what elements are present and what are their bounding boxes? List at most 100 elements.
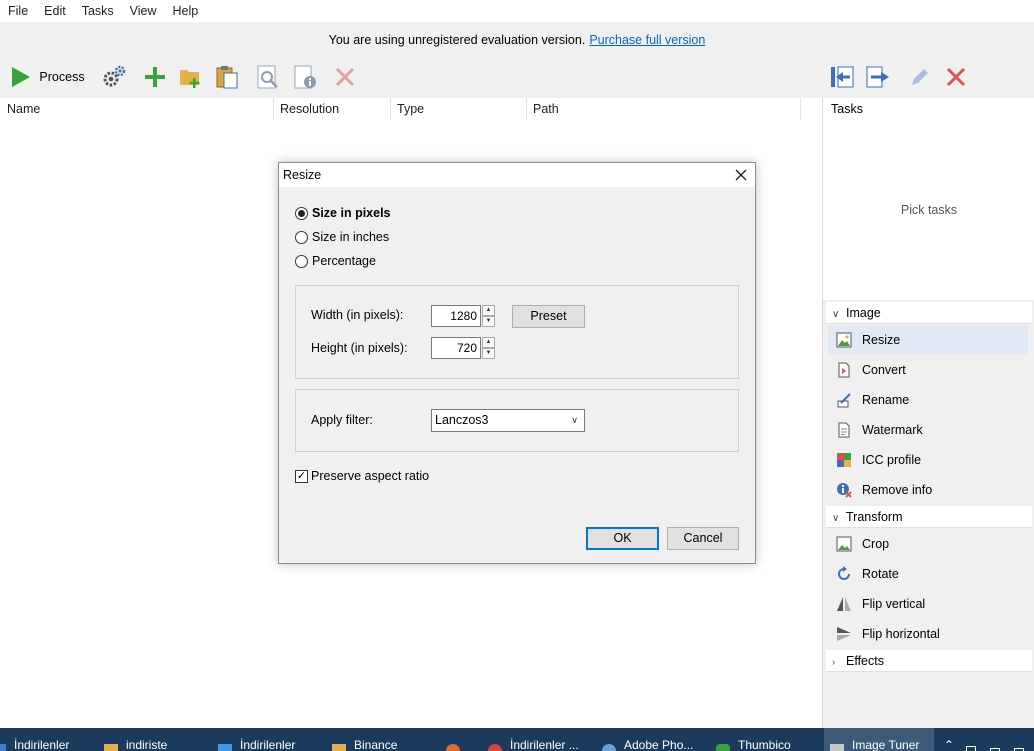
task-icc-profile[interactable]: ICC profile — [828, 446, 1028, 474]
selected-tasks-area[interactable]: Pick tasks — [823, 120, 1034, 300]
menu-view[interactable]: View — [122, 4, 165, 18]
dialog-title-bar: Resize — [279, 163, 755, 187]
width-stepper[interactable]: ▲ ▼ — [482, 305, 495, 327]
preview-button[interactable] — [254, 62, 282, 92]
radio-size-pixels[interactable]: Size in pixels — [295, 205, 391, 221]
taskbar-item-label: İndirilenler — [14, 738, 70, 751]
spin-down-icon[interactable]: ▼ — [482, 316, 495, 327]
radio-percentage[interactable]: Percentage — [295, 253, 376, 269]
width-label: Width (in pixels): — [311, 308, 404, 322]
menu-help[interactable]: Help — [165, 4, 207, 18]
height-input[interactable]: 720 — [431, 337, 481, 359]
tray-icon[interactable] — [1014, 728, 1032, 751]
taskbar-item[interactable]: İndirilenler ... — [488, 728, 579, 751]
process-button[interactable]: Process — [8, 62, 86, 92]
taskbar-item[interactable]: Binance — [332, 728, 397, 751]
menu-tasks[interactable]: Tasks — [74, 4, 122, 18]
task-flip-vertical[interactable]: Flip vertical — [828, 590, 1028, 618]
settings-button[interactable] — [100, 62, 128, 92]
taskbar-item-label: İndirilenler — [240, 738, 296, 751]
import-tasks-button[interactable] — [828, 62, 856, 92]
task-remove-info-label: Remove info — [862, 483, 933, 497]
task-rename[interactable]: Rename — [828, 386, 1028, 414]
task-resize[interactable]: Resize — [828, 326, 1028, 354]
remove-task-button[interactable] — [943, 62, 969, 92]
task-rotate-label: Rotate — [862, 567, 899, 581]
toolbar: Process — [0, 56, 1034, 98]
radio-size-inches[interactable]: Size in inches — [295, 229, 389, 245]
width-input[interactable]: 1280 — [431, 305, 481, 327]
task-flip-horizontal[interactable]: Flip horizontal — [828, 620, 1028, 648]
group-effects[interactable]: › Effects — [826, 650, 1032, 672]
delete-x-icon — [335, 67, 355, 87]
task-rotate[interactable]: Rotate — [828, 560, 1028, 588]
spin-up-icon[interactable]: ▲ — [482, 305, 495, 316]
process-label: Process — [39, 70, 85, 84]
radio-size-inches-label: Size in inches — [312, 230, 390, 244]
tray-icon[interactable] — [990, 728, 1008, 751]
taskbar-item[interactable]: İndirilenler — [218, 728, 295, 751]
evaluation-text: You are using unregistered evaluation ve… — [328, 32, 586, 47]
height-stepper[interactable]: ▲ ▼ — [482, 337, 495, 359]
preserve-aspect-checkbox[interactable]: ✓ Preserve aspect ratio — [295, 469, 429, 483]
import-icon — [831, 66, 854, 88]
add-files-button[interactable] — [142, 62, 168, 92]
column-resolution[interactable]: Resolution — [273, 98, 339, 120]
column-divider[interactable] — [800, 98, 801, 120]
info-button[interactable] — [291, 62, 319, 92]
download-icon — [218, 744, 232, 751]
tray-chevron-icon[interactable]: ⌃ — [944, 728, 954, 751]
taskbar-item-active[interactable]: Image Tuner — [824, 728, 934, 751]
tray-icon[interactable] — [966, 728, 984, 751]
filter-select[interactable]: Lanczos3 ∨ — [431, 409, 585, 432]
paste-button[interactable] — [213, 62, 241, 92]
spin-up-icon[interactable]: ▲ — [482, 337, 495, 348]
group-image[interactable]: ∨ Image — [826, 302, 1032, 324]
column-name[interactable]: Name — [0, 98, 40, 120]
column-path[interactable]: Path — [526, 98, 559, 120]
export-tasks-button[interactable] — [864, 62, 892, 92]
taskbar-item[interactable]: Adobe Pho... — [602, 728, 693, 751]
remove-button[interactable] — [332, 62, 358, 92]
spin-down-icon[interactable]: ▼ — [482, 348, 495, 359]
preset-button[interactable]: Preset — [512, 305, 585, 328]
task-crop-label: Crop — [862, 537, 890, 551]
menu-edit[interactable]: Edit — [36, 4, 74, 18]
tasks-panel: Tasks Pick tasks ∨ Image Resize Convert R… — [822, 98, 1034, 728]
group-effects-label: Effects — [846, 654, 884, 668]
ok-button[interactable]: OK — [586, 527, 659, 550]
clipboard-icon — [216, 66, 238, 89]
dialog-title: Resize — [283, 168, 322, 182]
cancel-button[interactable]: Cancel — [667, 527, 739, 550]
task-remove-info[interactable]: Remove info — [828, 476, 1028, 504]
taskbar-item-label: Binance — [354, 738, 398, 751]
convert-icon — [838, 362, 850, 378]
rotate-icon — [838, 566, 850, 580]
add-folder-button[interactable] — [177, 62, 205, 92]
height-label: Height (in pixels): — [311, 341, 408, 355]
edit-task-button[interactable] — [906, 62, 934, 92]
column-type[interactable]: Type — [390, 98, 424, 120]
pick-tasks-placeholder: Pick tasks — [900, 203, 958, 217]
task-convert-label: Convert — [862, 363, 906, 377]
close-icon[interactable] — [733, 167, 749, 183]
taskbar-item[interactable]: indiriste — [104, 728, 167, 751]
task-watermark[interactable]: Watermark — [828, 416, 1028, 444]
menu-file[interactable]: File — [0, 4, 36, 18]
purchase-link[interactable]: Purchase full version — [589, 33, 705, 47]
dimensions-group: Width (in pixels): 1280 ▲ ▼ Preset Heigh… — [295, 285, 739, 379]
taskbar-item-label: Thumbico — [738, 738, 791, 751]
export-icon — [866, 66, 889, 88]
taskbar-item[interactable]: İndirilenler — [0, 728, 69, 751]
radio-indicator — [295, 230, 308, 244]
task-icc-profile-label: ICC profile — [862, 453, 922, 467]
task-resize-label: Resize — [862, 333, 901, 347]
task-convert[interactable]: Convert — [828, 356, 1028, 384]
file-info-icon — [294, 65, 316, 89]
group-transform[interactable]: ∨ Transform — [826, 506, 1032, 528]
radio-size-pixels-label: Size in pixels — [312, 206, 391, 220]
taskbar-item[interactable] — [446, 728, 468, 751]
taskbar-item[interactable]: Thumbico — [716, 728, 791, 751]
task-crop[interactable]: Crop — [828, 530, 1028, 558]
preserve-aspect-label: Preserve aspect ratio — [311, 469, 430, 483]
